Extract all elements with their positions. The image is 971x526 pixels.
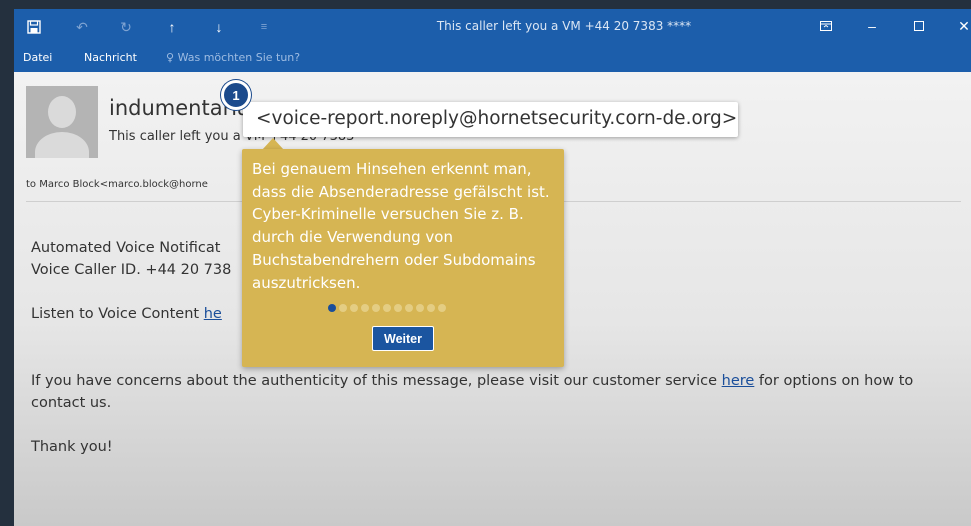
step-dot[interactable] <box>394 304 402 312</box>
next-button[interactable]: Weiter <box>372 326 434 351</box>
ribbon-display-icon[interactable] <box>811 15 841 37</box>
step-dot[interactable] <box>405 304 413 312</box>
outlook-message-window: ↶ ↻ ↑ ↓ ≡ This caller left you a VM +44 … <box>14 9 971 526</box>
tell-me-text: Was möchten Sie tun? <box>177 51 301 64</box>
lightbulb-icon: ♀ <box>166 51 175 64</box>
minimize-button[interactable]: – <box>857 15 887 37</box>
arrow-up-icon[interactable]: ↑ <box>160 17 184 37</box>
concerns-text: If you have concerns about the authentic… <box>31 373 722 389</box>
body-line-1: Automated Voice Notificat <box>31 240 221 256</box>
avatar-body <box>35 132 89 158</box>
save-icon[interactable] <box>22 17 46 37</box>
concerns-line: If you have concerns about the authentic… <box>31 370 966 392</box>
step-dot[interactable] <box>339 304 347 312</box>
avatar-head <box>48 96 76 128</box>
concerns-suffix: for options on how to <box>754 373 914 389</box>
step-dot[interactable] <box>372 304 380 312</box>
arrow-down-icon[interactable]: ↓ <box>207 17 231 37</box>
close-button[interactable]: ✕ <box>949 15 971 37</box>
step-dot[interactable] <box>383 304 391 312</box>
tab-datei[interactable]: Datei <box>23 51 52 64</box>
concerns-line-2: contact us. <box>31 395 112 411</box>
training-tooltip: Bei genauem Hinsehen erkennt man, dass d… <box>242 149 564 367</box>
ribbon-tab-bar: Datei Nachricht ♀ Was möchten Sie tun? <box>14 45 971 72</box>
step-indicator <box>328 304 446 312</box>
step-dot[interactable] <box>438 304 446 312</box>
maximize-button[interactable] <box>904 15 934 37</box>
step-dot[interactable] <box>416 304 424 312</box>
undo-icon[interactable]: ↶ <box>70 17 94 37</box>
listen-text: Listen to Voice Content <box>31 306 204 322</box>
customize-icon[interactable]: ≡ <box>252 17 276 37</box>
redo-icon[interactable]: ↻ <box>114 17 138 37</box>
tab-nachricht[interactable]: Nachricht <box>84 51 137 64</box>
title-bar: ↶ ↻ ↑ ↓ ≡ This caller left you a VM +44 … <box>14 9 971 45</box>
step-badge: 1 <box>221 80 251 110</box>
step-dot[interactable] <box>361 304 369 312</box>
tooltip-text: Bei genauem Hinsehen erkennt man, dass d… <box>252 160 550 292</box>
thanks-line: Thank you! <box>31 439 113 455</box>
to-line: to Marco Block<marco.block@horne <box>26 179 208 190</box>
body-line-2: Voice Caller ID. +44 20 738 <box>31 262 232 278</box>
listen-link[interactable]: he <box>204 306 222 322</box>
sender-address-callout: <voice-report.noreply@hornetsecurity.cor… <box>243 102 738 137</box>
tell-me-box[interactable]: ♀ Was möchten Sie tun? <box>166 51 300 64</box>
step-dot[interactable] <box>328 304 336 312</box>
step-dot[interactable] <box>350 304 358 312</box>
customer-service-link[interactable]: here <box>722 373 755 389</box>
avatar <box>26 86 98 158</box>
step-dot[interactable] <box>427 304 435 312</box>
window-title: This caller left you a VM +44 20 7383 **… <box>436 19 692 33</box>
listen-line: Listen to Voice Content he <box>31 303 222 325</box>
